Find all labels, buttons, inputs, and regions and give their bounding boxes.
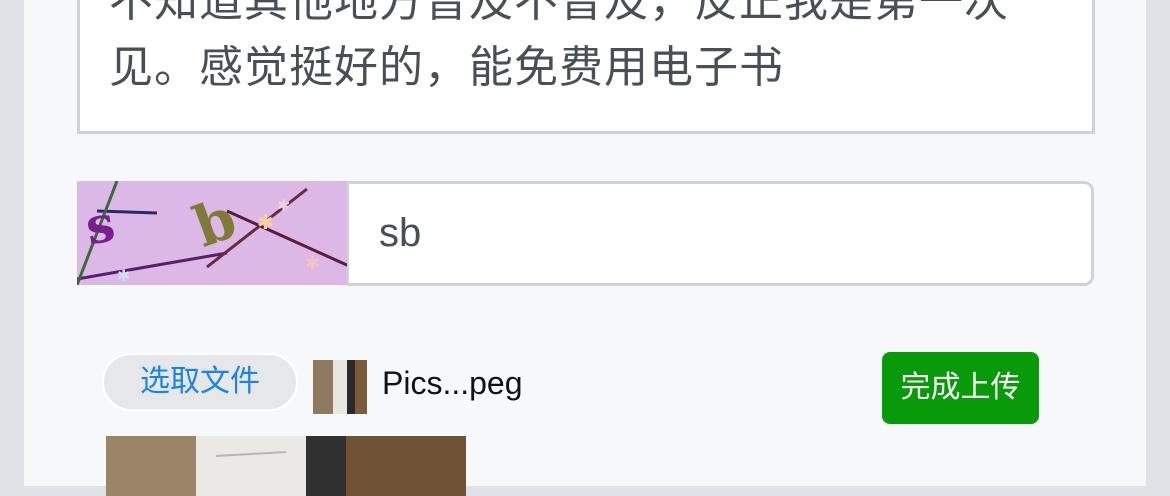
thumbnail-graphic [313,360,367,414]
complete-upload-button[interactable]: 完成上传 [882,352,1039,424]
page-content: 不知道其他地方普及不普及，反正我是第一次见。感觉挺好的，能免费用电子书 s b … [24,0,1146,496]
svg-text:✱: ✱ [305,253,320,274]
choose-file-button[interactable]: 选取文件 [102,353,298,411]
svg-text:✱: ✱ [117,266,130,285]
svg-text:✱: ✱ [257,210,274,234]
comment-textarea[interactable]: 不知道其他地方普及不普及，反正我是第一次见。感觉挺好的，能免费用电子书 [77,0,1095,134]
captcha-image[interactable]: s b ✱ ✱ ✱ ✱ [77,181,349,285]
selected-file-name: Pics...peg [382,365,523,401]
file-thumbnail [313,360,367,414]
captcha-input[interactable]: sb [347,181,1094,286]
svg-text:✱: ✱ [277,196,290,215]
image-preview [106,436,466,496]
preview-graphic [106,436,466,496]
captcha-graphic: s b ✱ ✱ ✱ ✱ [77,181,349,285]
comment-text: 不知道其他地方普及不普及，反正我是第一次见。感觉挺好的，能免费用电子书 [109,0,1009,93]
